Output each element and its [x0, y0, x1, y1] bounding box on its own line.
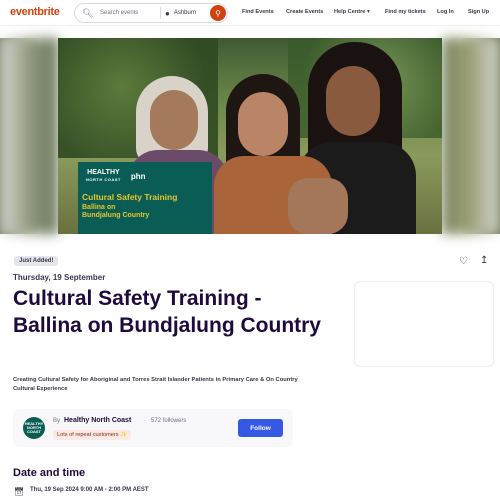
hero-banner: HEALTHY NORTH COAST phn Cultural Safety T… [78, 162, 212, 234]
search-divider [160, 7, 161, 19]
sparkle-icon: ✨ [120, 432, 128, 438]
nav-log-in[interactable]: Log In [437, 9, 454, 15]
nav-help-centre[interactable]: Help Centre ▾ [334, 9, 370, 15]
banner-subtitle-2: Bundjalung Country [82, 212, 150, 219]
chevron-down-icon: ▾ [366, 9, 370, 15]
calendar-icon: 📅︎ [14, 487, 25, 496]
person-image [238, 92, 288, 156]
follow-button[interactable]: Follow [238, 419, 283, 437]
event-date: Thursday, 19 September [13, 273, 106, 282]
repeat-customers-badge: Lots of repeat customers ✨ [53, 430, 132, 440]
organizer-followers: 572 followers [151, 418, 187, 424]
nav-help-centre-label: Help Centre [334, 9, 366, 15]
heart-icon[interactable]: ♡ [459, 256, 468, 267]
just-added-badge: Just Added! [14, 256, 59, 266]
search-submit-button[interactable]: ⚲ [210, 5, 226, 21]
date-time-heading: Date and time [13, 467, 86, 479]
search-bar[interactable]: 🔍︎ Search events ● Ashburn ⚲ [74, 3, 228, 23]
nav-create-events[interactable]: Create Events [286, 9, 323, 15]
organizer-card: HEALTHY NORTH COAST By Healthy North Coa… [13, 409, 293, 447]
event-title: Cultural Safety Training - Ballina on Bu… [13, 287, 321, 337]
person-image [288, 178, 348, 234]
nav-sign-up[interactable]: Sign Up [468, 9, 489, 15]
search-icon: ⚲ [215, 8, 221, 18]
avatar[interactable]: HEALTHY NORTH COAST [23, 417, 45, 439]
event-hero-image: HEALTHY NORTH COAST phn Cultural Safety T… [58, 38, 442, 234]
search-icon: 🔍︎ [82, 7, 94, 18]
eventbrite-logo[interactable]: eventbrite [10, 6, 60, 18]
hero-blur-left [0, 38, 58, 234]
repeat-customers-label: Lots of repeat customers [57, 432, 119, 438]
top-nav-bar: eventbrite 🔍︎ Search events ● Ashburn ⚲ … [0, 0, 500, 26]
separator-dot: · [144, 418, 146, 424]
ticket-card [354, 281, 494, 367]
banner-title-strip: Cultural Safety Training Ballina on Bund… [78, 190, 212, 222]
banner-title: Cultural Safety Training [82, 192, 178, 202]
organizer-name[interactable]: Healthy North Coast [64, 417, 131, 424]
banner-subtitle-1: Ballina on [82, 204, 116, 211]
share-icon[interactable]: ↥ [480, 255, 488, 266]
organizer-by: By [53, 418, 61, 424]
person-image [150, 90, 198, 150]
nav-find-my-tickets[interactable]: Find my tickets [385, 9, 426, 15]
map-pin-icon: ● [165, 8, 170, 18]
banner-phn: phn [130, 171, 146, 181]
date-time-value: Thu, 19 Sep 2024 9:00 AM - 2:00 PM AEST [30, 487, 149, 493]
location-input[interactable]: Ashburn [174, 10, 210, 16]
nav-find-events[interactable]: Find Events [242, 9, 274, 15]
banner-logo-line1: HEALTHY [87, 169, 120, 176]
healthy-north-coast-logo: HEALTHY NORTH COAST [86, 169, 121, 183]
person-image [326, 66, 380, 136]
banner-logos: HEALTHY NORTH COAST phn [78, 162, 212, 190]
event-summary: Creating Cultural Safety for Aboriginal … [13, 377, 298, 392]
hero-blur-right [442, 38, 500, 234]
search-input[interactable]: Search events [100, 10, 156, 16]
banner-logo-line2: NORTH COAST [86, 177, 121, 182]
phn-logo: phn [131, 172, 146, 181]
